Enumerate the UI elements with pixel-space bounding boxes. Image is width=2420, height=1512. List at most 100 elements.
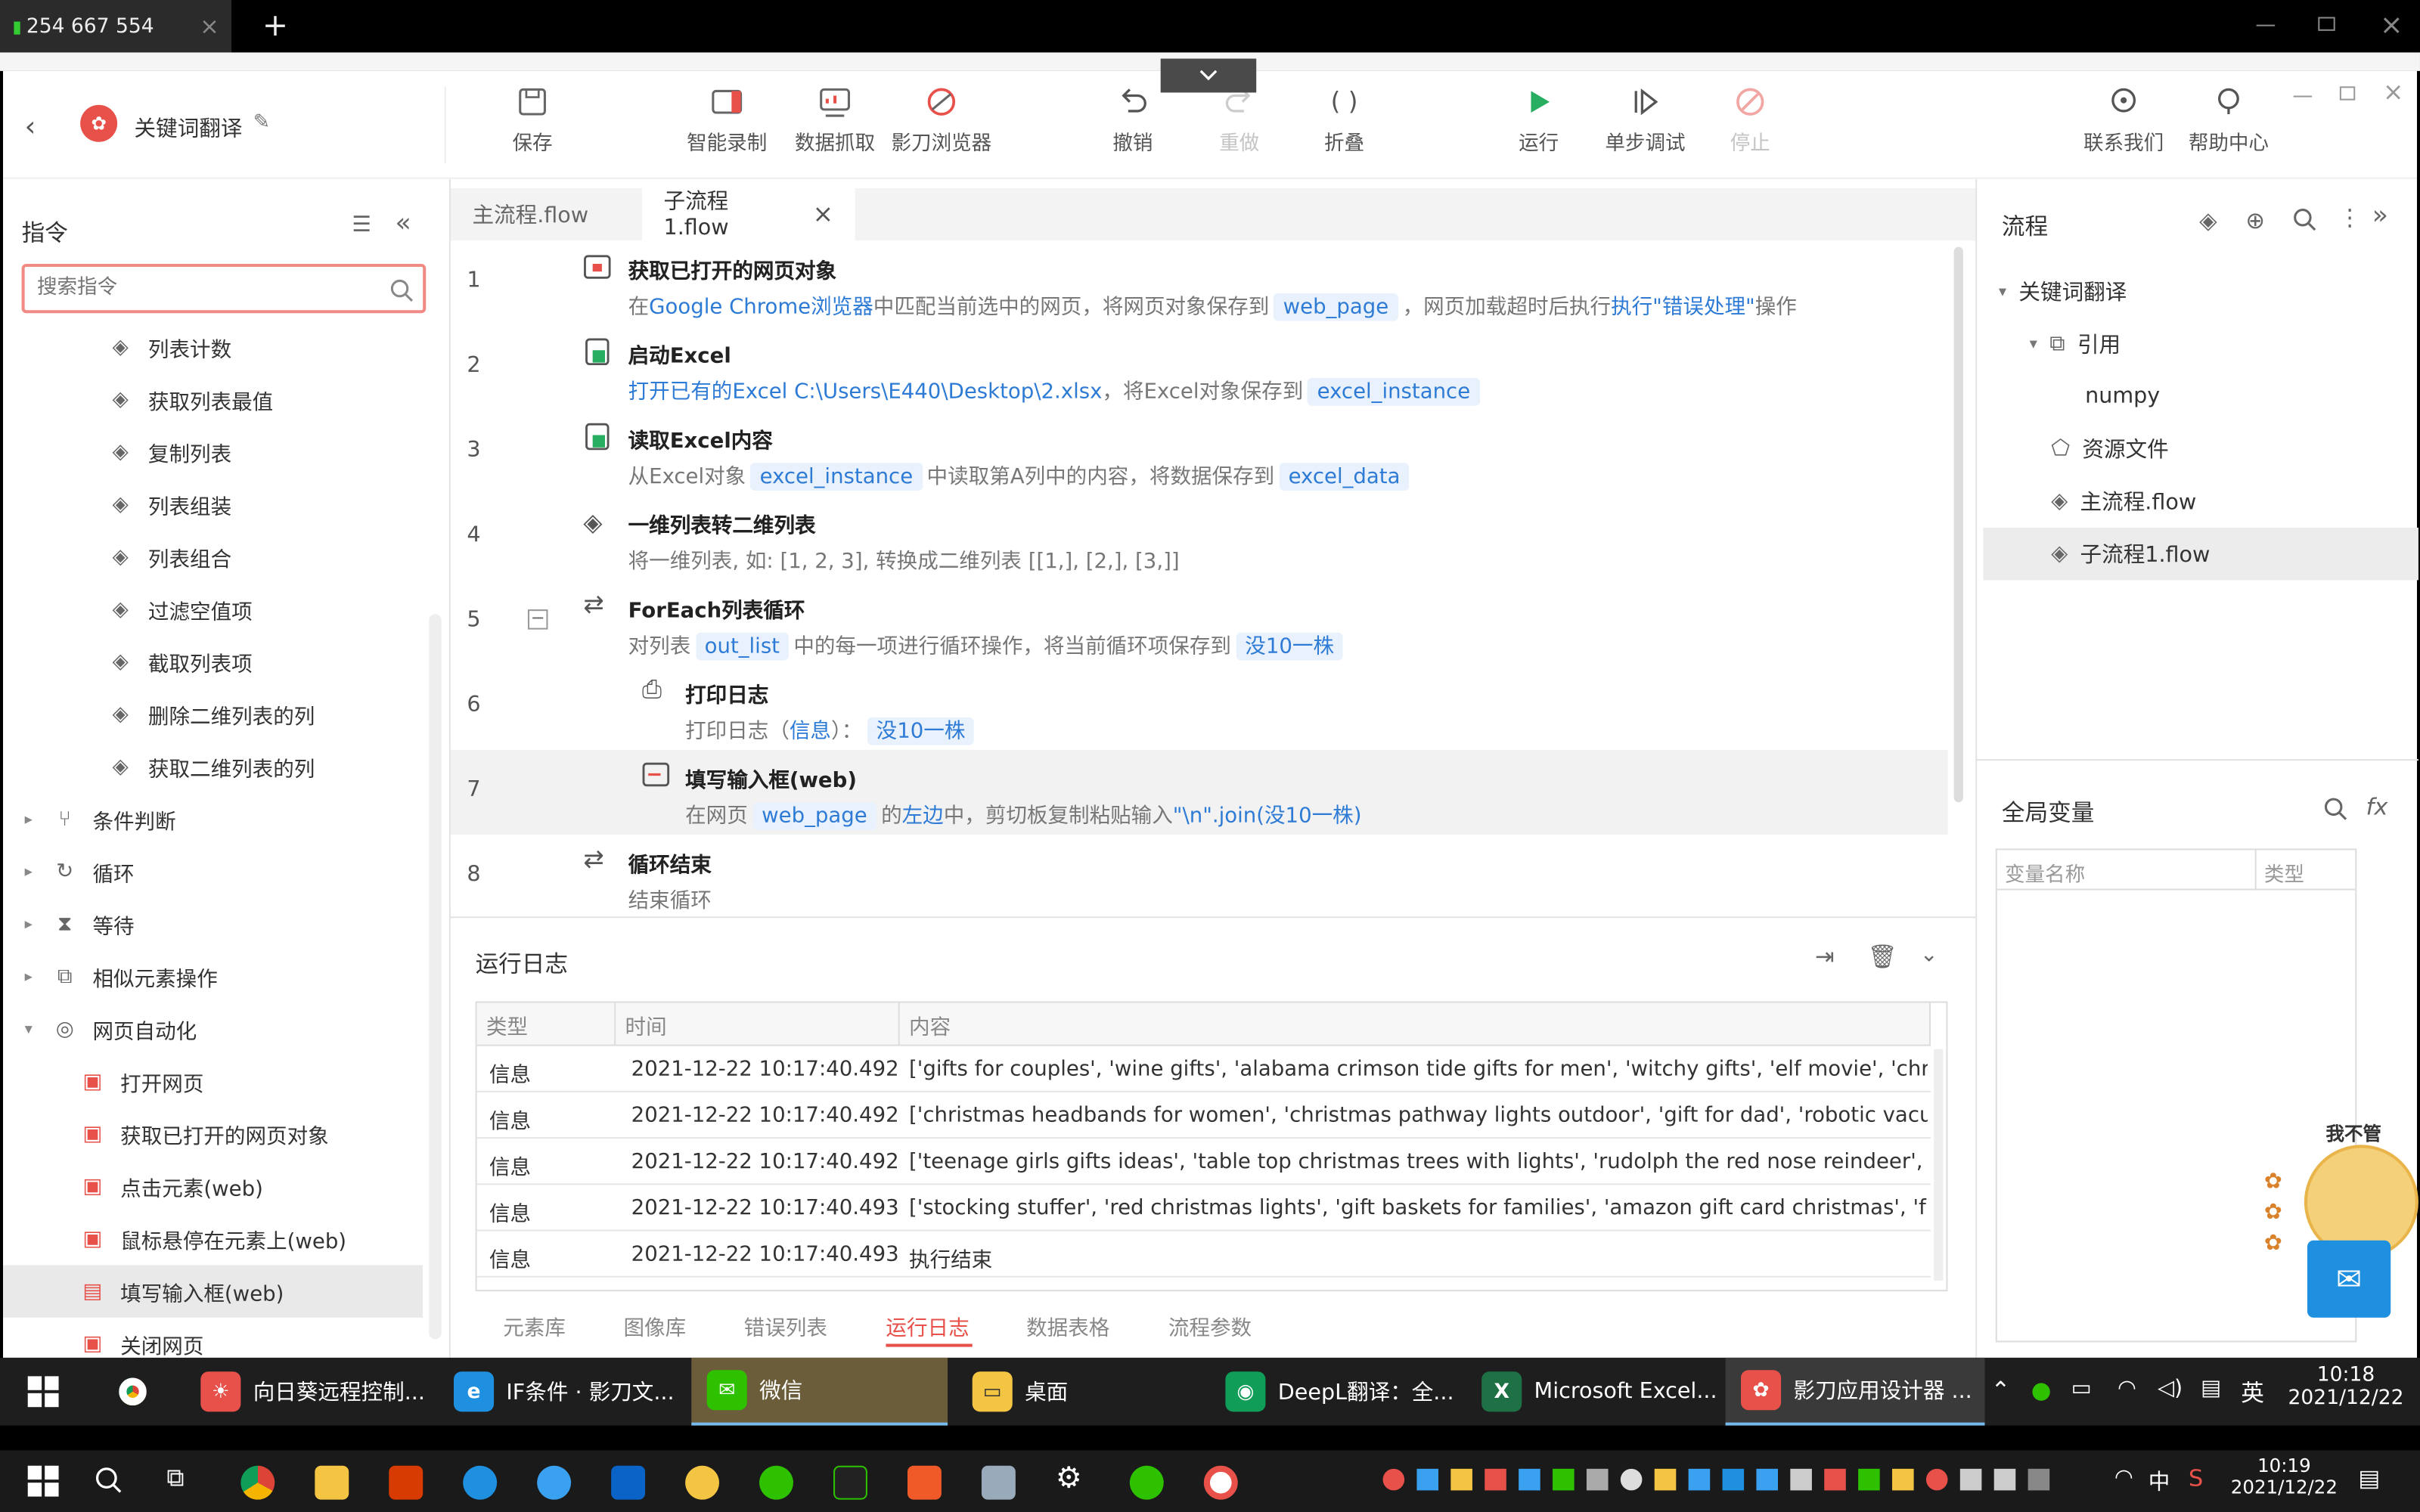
list-item[interactable]: ▣ 点击元素(web) [3, 1160, 423, 1213]
sogou-ime-icon[interactable]: S [2189, 1464, 2203, 1492]
close-tab-icon[interactable]: × [200, 12, 219, 40]
wifi-icon[interactable]: ◠ [2114, 1466, 2133, 1491]
group-loop[interactable]: ▸ ↻ 循环 [3, 845, 423, 897]
tab-flow-params[interactable]: 流程参数 [1168, 1310, 1252, 1341]
list-item[interactable]: ◈ 列表计数 [3, 321, 423, 373]
back-icon[interactable]: ‹ [25, 111, 36, 144]
app-minimize-icon[interactable] [2293, 95, 2313, 98]
variable-chip[interactable]: out_list [695, 632, 790, 661]
close-tab-icon[interactable]: × [813, 198, 833, 228]
tree-item-sub-flow[interactable]: ◈ 子流程1.flow [2051, 528, 2210, 580]
export-log-icon[interactable]: ⇥ [1815, 943, 1835, 971]
tree-item-numpy[interactable]: numpy [2085, 370, 2160, 423]
notification-icon[interactable]: ▤ [2201, 1376, 2221, 1401]
desc-link[interactable]: 执行"错误处理" [1611, 295, 1755, 320]
contact-button[interactable]: 联系我们 [2070, 86, 2178, 156]
tray-icons[interactable] [1382, 1468, 2093, 1494]
new-tab-button[interactable]: + [262, 6, 288, 43]
ime-indicator[interactable]: 英 [2241, 1376, 2264, 1408]
desc-link[interactable]: 信息 [790, 719, 831, 744]
group-similar-elements[interactable]: ▸ ⧉ 相似元素操作 [3, 950, 423, 1002]
fold-button[interactable]: ( ) 折叠 [1290, 86, 1398, 156]
list-item[interactable]: ◈ 删除二维列表的列 [3, 688, 423, 740]
notepad-icon[interactable] [981, 1465, 1016, 1500]
task-view-icon[interactable]: ⧉ [166, 1463, 184, 1494]
minimize-icon[interactable] [2256, 24, 2276, 26]
tree-references[interactable]: ▾ ⧉ 引用 [2030, 318, 2121, 370]
remote-toolbar-handle[interactable] [1160, 58, 1257, 93]
variable-chip[interactable]: excel_instance [1308, 377, 1480, 406]
tab-data-table[interactable]: 数据表格 [1026, 1310, 1109, 1341]
chat-assistant-button[interactable]: ✉ [2307, 1240, 2391, 1318]
redo-button[interactable]: 重做 [1185, 86, 1293, 156]
desc-link[interactable]: "\n".join(没10一株) [1173, 804, 1362, 829]
notes-icon[interactable] [315, 1465, 349, 1500]
settings-icon[interactable]: ⚙ [1056, 1461, 1082, 1495]
windows-start-icon[interactable] [27, 1465, 59, 1497]
list-item[interactable]: ◈ 获取二维列表的列 [3, 741, 423, 793]
collapse-log-icon[interactable]: ⌄ [1920, 943, 1938, 968]
close-window-icon[interactable]: × [2380, 9, 2403, 42]
task-desktop[interactable]: ▭ 桌面 [957, 1358, 1204, 1426]
list-item[interactable]: ◈ 列表组合 [3, 531, 423, 583]
table-row[interactable]: 信息 2021-12-22 10:17:40.493 ['stocking stuf… [476, 1185, 1931, 1232]
restore-icon[interactable] [2318, 17, 2335, 31]
step-row[interactable]: 7 填写输入框(web) 在网页 web_page 的左边中，剪切板复制粘贴输入"\… [450, 749, 1948, 835]
volume-icon[interactable]: ◁) [2158, 1376, 2183, 1401]
add-flow-icon[interactable]: ◈ [2199, 206, 2217, 234]
yingdao-icon[interactable] [1203, 1465, 1238, 1500]
browser-button[interactable]: 影刀浏览器 [883, 86, 1000, 156]
smart-record-button[interactable]: 智能录制 [673, 86, 781, 156]
step-row[interactable]: 4 ◈ 一维列表转二维列表 将一维列表, 如: [1, 2, 3], 转换成二维… [451, 495, 1948, 580]
list-item[interactable]: ◈ 获取列表最值 [3, 373, 423, 426]
command-scrollbar[interactable] [429, 614, 442, 1340]
tab-error-list[interactable]: 错误列表 [744, 1310, 827, 1341]
step-row[interactable]: 6 ⎙ 打印日志 打印日志（信息）： 没10一株 [451, 665, 1948, 750]
step-row[interactable]: 2 启动Excel 打开已有的Excel C:\Users\E440\Deskt… [451, 326, 1948, 411]
battery-icon[interactable]: ▭ [2071, 1376, 2092, 1401]
tab-image-library[interactable]: 图像库 [623, 1310, 686, 1341]
add-variable-icon[interactable]: fx [2366, 793, 2388, 821]
search-icon[interactable] [389, 277, 414, 302]
task-yingdao[interactable]: ✿ 影刀应用设计器 ... [1725, 1357, 1985, 1426]
search-flow-icon[interactable] [2292, 206, 2317, 231]
windows-start-icon[interactable] [27, 1376, 59, 1408]
chrome-icon[interactable] [240, 1465, 275, 1500]
feishu-icon[interactable] [537, 1465, 572, 1500]
stop-button[interactable]: 停止 [1696, 86, 1804, 156]
tab-main-flow[interactable]: 主流程.flow [451, 188, 642, 240]
desc-link[interactable]: Google Chrome浏览器 [649, 295, 873, 320]
phone-icon[interactable] [759, 1465, 793, 1500]
clock[interactable]: 10:18 2021/12/22 [2284, 1364, 2407, 1410]
list-item[interactable]: ▤ 填写输入框(web) [3, 1265, 424, 1318]
wechat-icon[interactable] [1129, 1465, 1164, 1500]
collapse-block-icon[interactable]: − [527, 609, 548, 630]
variable-chip[interactable]: 没10一株 [867, 717, 975, 745]
undo-button[interactable]: 撤销 [1079, 86, 1187, 156]
task-sunlogin[interactable]: ☀ 向日葵远程控制... [185, 1358, 436, 1426]
clock[interactable]: 10:19 2021/12/22 [2229, 1455, 2340, 1498]
search-icon[interactable] [92, 1464, 123, 1495]
list-item[interactable]: ▣ 关闭网页 [3, 1318, 423, 1358]
list-item[interactable]: ◈ 列表组装 [3, 479, 423, 531]
desc-link[interactable]: 左边 [902, 804, 944, 829]
step-row[interactable]: 5 − ⇄ ForEach列表循环 对列表 out_list 中的每一项进行循环操作… [451, 580, 1948, 665]
magnifier-app-icon[interactable] [685, 1465, 720, 1500]
variable-chip[interactable]: web_page [1274, 293, 1398, 321]
step-debug-button[interactable]: 单步调试 [1591, 86, 1699, 156]
add-module-icon[interactable]: ⊕ [2245, 206, 2265, 234]
table-row[interactable]: 信息 2021-12-22 10:17:40.492 ['teenage girls… [476, 1139, 1931, 1185]
collapse-panel-icon[interactable]: « [395, 209, 411, 240]
remote-session-tab[interactable]: ▮ 254 667 554 × [0, 0, 232, 53]
expand-panel-icon[interactable]: » [2372, 200, 2388, 231]
sunlogin-icon[interactable] [907, 1465, 942, 1500]
log-scrollbar[interactable] [1934, 1049, 1944, 1281]
desc-link[interactable]: 打开已有的Excel C:\Users\E440\Desktop\2.xlsx [628, 380, 1103, 404]
step-row[interactable]: 1 获取已打开的网页对象 在Google Chrome浏览器中匹配当前选中的网页… [451, 240, 1948, 325]
table-row[interactable]: 信息 2021-12-22 10:17:40.492 ['gifts for cou… [476, 1046, 1931, 1092]
list-item[interactable]: ▣ 鼠标悬停在元素上(web) [3, 1213, 423, 1265]
edge-icon[interactable] [463, 1465, 498, 1500]
list-item[interactable]: ◈ 截取列表项 [3, 636, 423, 688]
variable-chip[interactable]: excel_data [1279, 463, 1410, 491]
variable-chip[interactable]: web_page [752, 802, 876, 830]
